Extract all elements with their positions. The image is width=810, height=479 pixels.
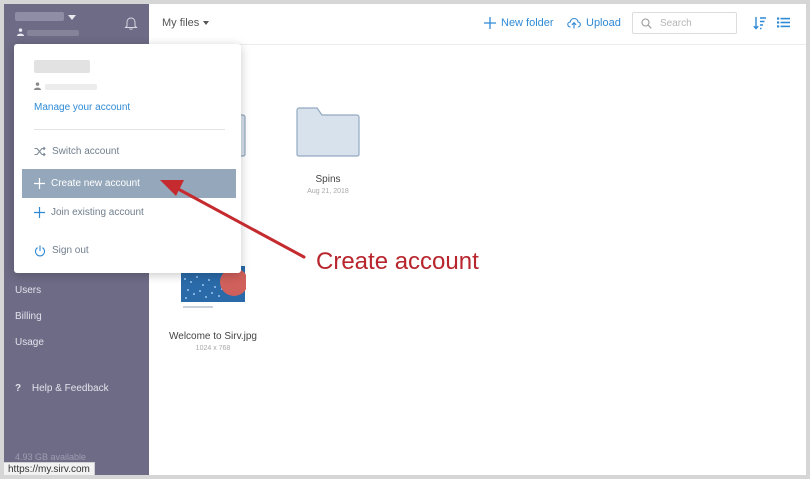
sidebar-item-users[interactable]: Users: [15, 285, 41, 296]
image-thumbnail[interactable]: [180, 266, 246, 316]
user-icon: [34, 82, 41, 90]
menu-item-label: Sign out: [52, 245, 89, 256]
search-icon: [641, 17, 652, 29]
divider: [34, 129, 225, 130]
upload-cloud-icon: [567, 17, 581, 29]
menu-item-label: Join existing account: [51, 207, 144, 218]
menu-item-create-new-account[interactable]: Create new account: [22, 169, 236, 198]
menu-item-switch-account[interactable]: Switch account: [22, 137, 236, 166]
help-feedback-label: Help & Feedback: [31, 383, 109, 394]
menu-item-label: Switch account: [52, 146, 120, 157]
new-folder-button[interactable]: New folder: [484, 17, 554, 29]
user-email-blurred: [45, 84, 97, 90]
status-url: https://my.sirv.com: [4, 462, 95, 475]
new-folder-label: New folder: [501, 17, 554, 29]
my-files-dropdown[interactable]: My files: [162, 17, 210, 29]
account-dropdown: Manage your account Switch account Creat…: [14, 44, 241, 273]
help-icon: ?: [15, 383, 22, 394]
app-window: Users Billing Usage ? Help & Feedback 4.…: [4, 4, 806, 475]
shuffle-icon: [34, 146, 46, 157]
toolbar: My files New folder Upload: [149, 4, 806, 45]
account-chevron-down-icon[interactable]: [68, 15, 76, 20]
upload-button[interactable]: Upload: [567, 17, 621, 29]
sidebar-item-billing[interactable]: Billing: [15, 311, 42, 322]
user-icon: [17, 28, 24, 36]
notification-bell-icon[interactable]: [124, 16, 138, 30]
plus-icon: [34, 207, 45, 218]
plus-icon: [34, 178, 45, 189]
file-item-spins[interactable]: Spins Aug 21, 2018: [288, 174, 368, 195]
upload-label: Upload: [586, 17, 621, 29]
storage-available: 4.93 GB available: [15, 452, 87, 462]
folder-icon[interactable]: [296, 105, 360, 157]
menu-item-label: Create new account: [51, 178, 140, 189]
file-name: Spins: [315, 174, 341, 185]
my-files-label: My files: [162, 17, 200, 29]
file-item-welcome[interactable]: Welcome to Sirv.jpg 1024 x 768: [163, 331, 263, 352]
account-name-blurred[interactable]: [15, 12, 64, 21]
manage-account-link[interactable]: Manage your account: [34, 102, 130, 113]
chevron-down-icon: [203, 21, 210, 26]
plus-icon: [484, 17, 496, 29]
sort-icon[interactable]: [753, 16, 767, 30]
file-dimensions: 1024 x 768: [195, 345, 231, 352]
annotation-text: Create account: [316, 248, 479, 275]
search-box[interactable]: [632, 12, 737, 34]
search-input[interactable]: [658, 16, 732, 30]
file-date: Aug 21, 2018: [307, 188, 349, 195]
account-name-blurred: [34, 60, 90, 73]
menu-item-join-existing-account[interactable]: Join existing account: [22, 198, 236, 227]
user-email-blurred: [27, 30, 79, 36]
sidebar-item-usage[interactable]: Usage: [15, 337, 44, 348]
menu-item-sign-out[interactable]: Sign out: [22, 236, 236, 265]
power-icon: [34, 245, 46, 256]
list-view-icon[interactable]: [777, 17, 790, 28]
help-feedback-link[interactable]: ? Help & Feedback: [15, 383, 109, 394]
file-name: Welcome to Sirv.jpg: [169, 331, 257, 342]
